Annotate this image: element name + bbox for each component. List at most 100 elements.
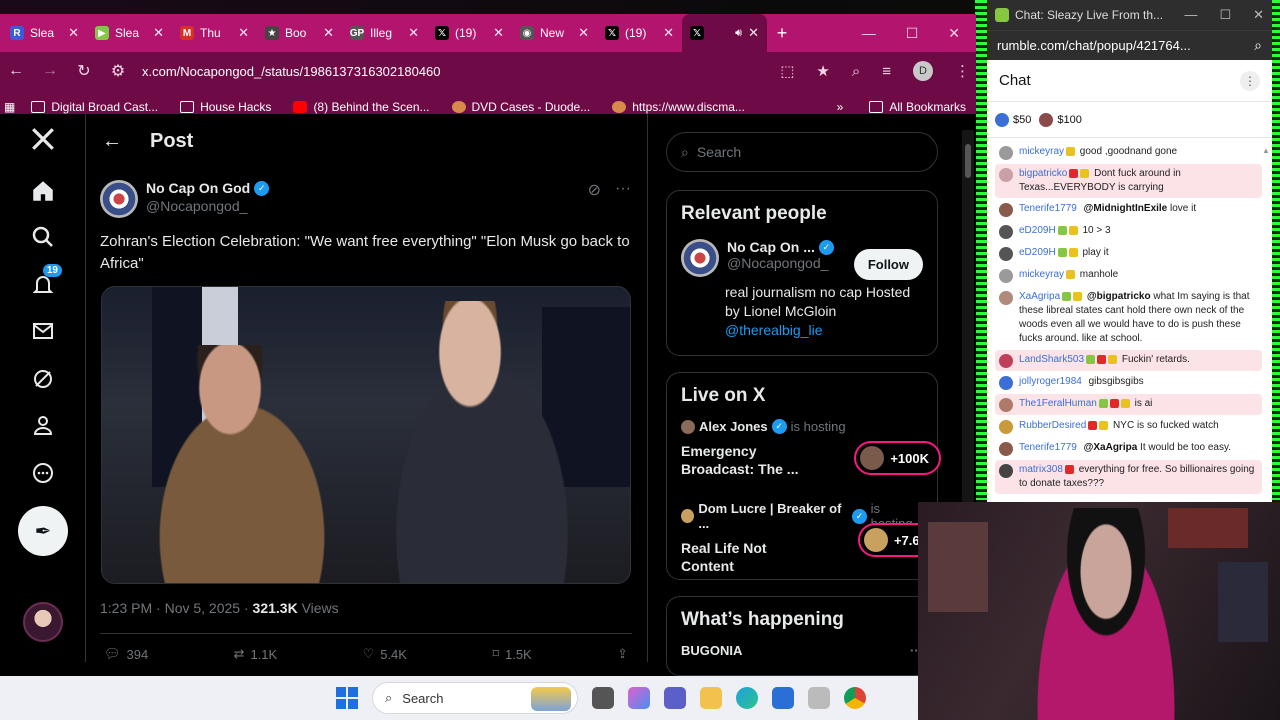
- chat-message[interactable]: mickeyray manhole: [995, 265, 1262, 286]
- reply-button[interactable]: 💬︎ 394: [104, 646, 148, 662]
- lens-icon[interactable]: ⌕: [852, 63, 860, 80]
- new-tab-button[interactable]: +: [767, 23, 797, 44]
- chat-message[interactable]: Tenerife1779 @XaAgripa It would be too e…: [995, 438, 1262, 459]
- chat-message[interactable]: eD209H play it: [995, 243, 1262, 264]
- bookmark-item[interactable]: (8) Behind the Scen...: [287, 100, 435, 114]
- chat-username[interactable]: bigpatricko: [1019, 168, 1067, 179]
- app-icon[interactable]: [808, 687, 830, 709]
- browser-tab[interactable]: 𝕏 🔊︎ ✕: [682, 14, 767, 52]
- chat-username[interactable]: Tenerife1779: [1019, 203, 1077, 214]
- scrollbar-thumb[interactable]: [965, 144, 971, 178]
- menu-kebab-icon[interactable]: ⋮: [955, 62, 970, 80]
- chat-username[interactable]: mickeyray: [1019, 146, 1064, 157]
- reload-icon[interactable]: ↻: [74, 61, 94, 81]
- install-app-icon[interactable]: ⬚: [780, 62, 794, 80]
- copilot-icon[interactable]: [628, 687, 650, 709]
- chat-mention[interactable]: @XaAgripa: [1084, 442, 1138, 453]
- bio-link[interactable]: @therealbig_lie: [725, 321, 923, 340]
- tab-close-icon[interactable]: ✕: [408, 25, 419, 41]
- home-icon[interactable]: [28, 176, 58, 206]
- maximize-icon[interactable]: ☐: [906, 25, 919, 42]
- bookmark-item[interactable]: Digital Broad Cast...: [25, 100, 164, 114]
- chat-username[interactable]: XaAgripa: [1019, 291, 1060, 302]
- author-name-row[interactable]: No Cap On God ✓: [146, 180, 270, 196]
- site-info-icon[interactable]: ⚙: [108, 61, 128, 81]
- chat-message[interactable]: eD209H 10 > 3: [995, 221, 1262, 242]
- grok-explain-icon[interactable]: ⊘: [588, 180, 601, 200]
- chat-scrollbar[interactable]: ▲: [1262, 140, 1270, 500]
- windows-start-icon[interactable]: [336, 687, 358, 709]
- url-field[interactable]: x.com/Nocapongod_/status/198613731630218…: [142, 64, 766, 79]
- task-view-icon[interactable]: [592, 687, 614, 709]
- tab-close-icon[interactable]: ✕: [748, 25, 759, 41]
- profile-person-icon[interactable]: [28, 410, 58, 440]
- back-arrow-icon[interactable]: ←: [102, 130, 122, 153]
- bookmark-star-icon[interactable]: ★: [816, 62, 829, 80]
- browser-tab[interactable]: 𝕏 (19) ✕: [597, 14, 682, 52]
- browser-tab[interactable]: 𝕏 (19) ✕: [427, 14, 512, 52]
- chat-username[interactable]: mickeyray: [1019, 269, 1064, 280]
- chat-message[interactable]: jollyroger1984 gibsgibsgibs: [995, 372, 1262, 393]
- close-window-icon[interactable]: ✕: [948, 25, 960, 42]
- tab-close-icon[interactable]: ✕: [663, 25, 674, 41]
- grok-icon[interactable]: [28, 364, 58, 394]
- tab-close-icon[interactable]: ✕: [323, 25, 334, 41]
- bookmark-button[interactable]: ⌑ 1.5K: [492, 646, 531, 662]
- tab-close-icon[interactable]: ✕: [238, 25, 249, 41]
- browser-tab[interactable]: GP Illeg ✕: [342, 14, 427, 52]
- close-window-icon[interactable]: ✕: [1253, 7, 1264, 23]
- tab-close-icon[interactable]: ✕: [153, 25, 164, 41]
- maximize-icon[interactable]: ☐: [1219, 7, 1231, 23]
- zoom-icon[interactable]: ⌕: [1254, 37, 1262, 54]
- messages-mail-icon[interactable]: [28, 316, 58, 346]
- account-avatar[interactable]: [23, 602, 63, 642]
- browser-tab[interactable]: R Slea ✕: [2, 14, 87, 52]
- author-handle[interactable]: @Nocapongod_: [146, 198, 269, 214]
- search-box[interactable]: ⌕ Search: [666, 132, 938, 172]
- teams-icon[interactable]: [664, 687, 686, 709]
- taskbar-search[interactable]: ⌕ Search: [372, 682, 578, 714]
- author-avatar[interactable]: [100, 180, 138, 218]
- chat-username[interactable]: jollyroger1984: [1019, 376, 1082, 387]
- chat-username[interactable]: Tenerife1779: [1019, 442, 1077, 453]
- trend-item[interactable]: BUGONIA ···: [667, 643, 937, 658]
- more-bookmarks-icon[interactable]: »: [837, 100, 844, 114]
- like-button[interactable]: ♡ 5.4K: [363, 646, 407, 662]
- post-video-media[interactable]: [101, 286, 631, 584]
- live-item[interactable]: Dom Lucre | Breaker of ...✓is hosting Re…: [667, 501, 941, 574]
- more-options-icon[interactable]: ···: [615, 180, 631, 200]
- browser-tab[interactable]: ◉ New ✕: [512, 14, 597, 52]
- profile-avatar[interactable]: D: [913, 61, 933, 81]
- browser-tab[interactable]: M Thu ✕: [172, 14, 257, 52]
- minimize-icon[interactable]: —: [862, 25, 876, 42]
- chat-message[interactable]: XaAgripa @bigpatricko what Im saying is …: [995, 287, 1262, 349]
- minimize-icon[interactable]: —: [1184, 7, 1197, 23]
- share-button[interactable]: ⇪: [617, 646, 628, 662]
- chat-message[interactable]: bigpatricko Dont fuck around in Texas...…: [995, 164, 1262, 198]
- file-explorer-icon[interactable]: [700, 687, 722, 709]
- repost-button[interactable]: ⇄ 1.1K: [234, 646, 278, 662]
- chat-more-icon[interactable]: ⋮: [1240, 70, 1260, 91]
- chat-url[interactable]: rumble.com/chat/popup/421764...: [997, 38, 1191, 53]
- back-arrow-icon[interactable]: ←: [6, 62, 26, 80]
- store-icon[interactable]: [772, 687, 794, 709]
- bookmark-item[interactable]: DVD Cases - Duode...: [446, 100, 597, 114]
- chat-message[interactable]: The1FeralHuman is ai: [995, 394, 1262, 415]
- chat-mention[interactable]: @MidnightInExile: [1084, 203, 1168, 214]
- tab-close-icon[interactable]: ✕: [68, 25, 79, 41]
- more-circle-icon[interactable]: [28, 458, 58, 488]
- follow-button[interactable]: Follow: [853, 249, 923, 280]
- chat-username[interactable]: matrix308: [1019, 464, 1063, 475]
- all-bookmarks-folder[interactable]: All Bookmarks: [863, 100, 972, 114]
- chat-message[interactable]: RubberDesired NYC is so fucked watch: [995, 416, 1262, 437]
- scroll-up-arrow-icon[interactable]: ▲: [1262, 146, 1270, 155]
- rant-pill[interactable]: $100: [1039, 112, 1082, 127]
- chrome-icon[interactable]: [844, 687, 866, 709]
- tab-close-icon[interactable]: ✕: [493, 25, 504, 41]
- chat-username[interactable]: RubberDesired: [1019, 420, 1086, 431]
- chat-message[interactable]: matrix308 everything for free. So billio…: [995, 460, 1262, 494]
- bookmark-item[interactable]: House Hacks: [174, 100, 277, 114]
- bookmark-item[interactable]: https://www.discma...: [606, 100, 751, 114]
- search-icon[interactable]: [28, 222, 58, 252]
- browser-tab[interactable]: ★ Boo ✕: [257, 14, 342, 52]
